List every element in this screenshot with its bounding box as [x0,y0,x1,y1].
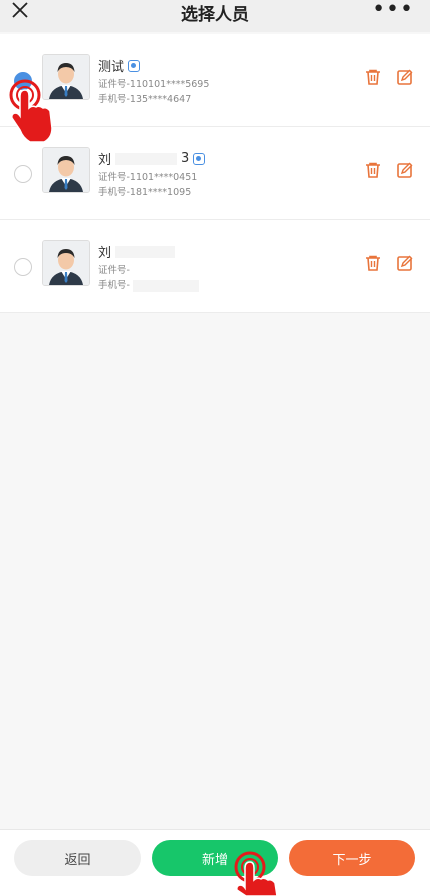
id-number: 证件号-1101****0451 [98,172,198,183]
redacted-block [132,279,199,292]
delete-icon[interactable] [364,68,382,86]
edit-icon[interactable] [396,68,414,86]
add-button[interactable]: 新增 [152,840,278,876]
person-name: 刘 [98,242,176,261]
verified-badge-icon [128,59,141,72]
verified-badge-icon [193,152,206,165]
close-icon[interactable] [10,2,30,22]
select-radio[interactable] [14,165,32,183]
select-radio[interactable] [14,72,32,90]
id-number: 证件号-110101****5695 [98,79,210,90]
top-bar: 选择人员 ••• [0,0,430,32]
edit-icon[interactable] [396,254,414,272]
redacted-block [115,245,176,258]
select-radio[interactable] [14,258,32,276]
delete-icon[interactable] [364,254,382,272]
delete-icon[interactable] [364,161,382,179]
redacted-block [115,152,178,165]
id-number: 证件号- [98,265,130,276]
back-button[interactable]: 返回 [14,840,141,876]
person-list: 测试 证件号-110101****5695 手机号-135****4647 刘 … [0,34,430,313]
page-title: 选择人员 [181,4,249,25]
more-icon[interactable]: ••• [372,0,414,21]
person-row[interactable]: 刘 3 证件号-1101****0451 手机号-181****1095 [0,127,430,220]
avatar [42,240,90,286]
person-row[interactable]: 测试 证件号-110101****5695 手机号-135****4647 [0,34,430,127]
phone-number: 手机号-181****1095 [98,187,192,198]
avatar [42,54,90,100]
person-name: 刘 3 [98,149,206,168]
phone-number: 手机号-135****4647 [98,94,192,105]
footer-bar: 返回 新增 下一步 [0,829,430,896]
next-step-button[interactable]: 下一步 [289,840,415,876]
person-row[interactable]: 刘 证件号- 手机号- [0,220,430,313]
edit-icon[interactable] [396,161,414,179]
person-name: 测试 [98,56,141,75]
avatar [42,147,90,193]
phone-number: 手机号- [98,277,199,292]
